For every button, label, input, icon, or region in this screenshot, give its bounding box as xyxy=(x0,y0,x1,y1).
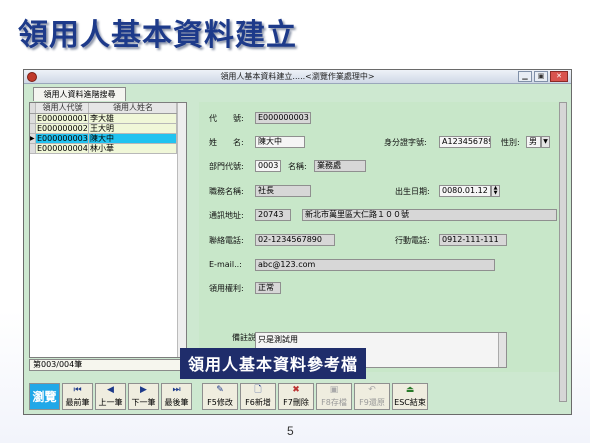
prev-icon: ◀ xyxy=(107,385,114,395)
undo-icon: ↶ xyxy=(368,385,376,395)
cell-name: 王大明 xyxy=(89,124,177,133)
slide-title: 領用人基本資料建立 xyxy=(18,18,297,53)
cell-name: 李大雄 xyxy=(89,114,177,123)
chevron-down-icon[interactable]: ▼ xyxy=(541,136,550,148)
minimize-icon[interactable]: ▁ xyxy=(518,71,532,82)
phone-field[interactable]: 02-1234567890 xyxy=(255,234,335,246)
dept-name-field[interactable]: 業務處 xyxy=(314,160,366,172)
mobile-label: 行動電話: xyxy=(395,236,430,245)
delete-label: F7刪除 xyxy=(283,398,309,407)
window-controls: ▁ ▣ ✕ xyxy=(518,71,568,82)
save-label: F8存檔 xyxy=(321,398,347,407)
exit-label: ESC結束 xyxy=(394,398,426,407)
restore-button[interactable]: ↶ F9還原 xyxy=(354,383,390,410)
idno-label: 身分證字號: xyxy=(384,138,427,147)
idno-field[interactable]: A123456789 xyxy=(439,136,491,148)
edit-button[interactable]: ✎ F5修改 xyxy=(202,383,238,410)
code-field[interactable]: E000000003 xyxy=(255,112,311,124)
last-icon: ⏭ xyxy=(172,385,181,395)
exit-icon: ⏏ xyxy=(405,385,415,395)
last-label: 最後筆 xyxy=(164,398,189,407)
prev-record-button[interactable]: ◀ 上一筆 xyxy=(95,383,126,410)
birth-label: 出生日期: xyxy=(395,187,430,196)
column-header-id[interactable]: 領用人代號 xyxy=(36,103,89,113)
last-record-button[interactable]: ⏭ 最後筆 xyxy=(161,383,192,410)
cell-id: E000000004 xyxy=(37,144,89,153)
birth-field[interactable]: 0080.01.12 xyxy=(439,185,491,197)
address-field[interactable]: 新北市萬里區大仁路１００號 xyxy=(302,209,557,221)
first-icon: ⏮ xyxy=(73,385,82,395)
table-row[interactable]: E000000002 王大明 xyxy=(30,124,186,134)
edit-label: F5修改 xyxy=(207,398,233,407)
column-header-name[interactable]: 領用人姓名 xyxy=(89,103,177,113)
name-field[interactable]: 陳大中 xyxy=(255,136,305,148)
dept-code-field[interactable]: 0003 xyxy=(255,160,281,172)
dept-label: 部門代號: xyxy=(209,162,244,171)
prev-label: 上一筆 xyxy=(98,398,123,407)
form-scrollbar[interactable] xyxy=(559,102,567,402)
zip-field[interactable]: 20743 xyxy=(255,209,291,221)
restore-label: F9還原 xyxy=(359,398,385,407)
name-label: 姓 名: xyxy=(209,138,244,147)
grid-scrollbar[interactable] xyxy=(177,103,186,357)
table-row[interactable]: E000000004 林小華 xyxy=(30,144,186,154)
email-label: E-mail..: xyxy=(209,260,242,269)
right-field[interactable]: 正常 xyxy=(255,282,281,294)
table-row-selected[interactable]: ▶ E000000003 陳大中 xyxy=(30,134,186,144)
cell-name: 林小華 xyxy=(89,144,177,153)
mobile-field[interactable]: 0912-111-111 xyxy=(439,234,507,246)
save-icon: ▣ xyxy=(329,385,339,395)
table-row[interactable]: E000000001 李大雄 xyxy=(30,114,186,124)
page-number: 5 xyxy=(287,424,294,438)
browse-button[interactable]: 瀏覽 xyxy=(29,383,60,410)
employee-grid: 領用人代號 領用人姓名 E000000001 李大雄 E000000002 王大… xyxy=(29,102,187,358)
save-button[interactable]: ▣ F8存檔 xyxy=(316,383,352,410)
job-title-label: 職務名稱: xyxy=(209,187,244,196)
advanced-search-tab[interactable]: 領用人資料進階搜尋 xyxy=(33,87,126,101)
dept-name-label: 名稱: xyxy=(288,162,307,171)
phone-label: 聯絡電話: xyxy=(209,236,244,245)
remark-scrollbar[interactable] xyxy=(498,333,506,367)
cell-id: E000000001 xyxy=(37,114,89,123)
window-title: 領用人基本資料建立.....<瀏覽作業處理中> xyxy=(220,72,375,81)
exit-button[interactable]: ⏏ ESC結束 xyxy=(392,383,428,410)
title-bar: 領用人基本資料建立.....<瀏覽作業處理中> ▁ ▣ ✕ xyxy=(24,70,571,84)
add-label: F6新增 xyxy=(245,398,271,407)
cell-id: E000000002 xyxy=(37,124,89,133)
code-label: 代 號: xyxy=(209,114,244,123)
gender-label: 性別: xyxy=(501,138,520,147)
grid-header: 領用人代號 領用人姓名 xyxy=(30,103,186,114)
gender-select[interactable]: 男 xyxy=(526,136,541,148)
close-icon[interactable]: ✕ xyxy=(550,71,568,82)
right-label: 領用權利: xyxy=(209,284,244,293)
slide-caption: 領用人基本資料參考檔 xyxy=(180,348,367,379)
bottom-toolbar: 瀏覽 ⏮ 最前筆 ◀ 上一筆 ▶ 下一筆 ⏭ 最後筆 ✎ F5修改 🗋 F6新增 ✖ F7刪除… xyxy=(29,383,428,411)
record-pager: 第003/004筆 xyxy=(29,359,187,371)
date-spinner-icon[interactable]: ▲ ▼ xyxy=(491,185,500,197)
new-document-icon: 🗋 xyxy=(254,385,262,395)
next-label: 下一筆 xyxy=(131,398,156,407)
cell-id: E000000003 xyxy=(37,134,89,143)
job-title-field[interactable]: 社長 xyxy=(255,185,311,197)
restore-icon[interactable]: ▣ xyxy=(534,71,548,82)
next-record-button[interactable]: ▶ 下一筆 xyxy=(128,383,159,410)
address-label: 通訊地址: xyxy=(209,211,244,220)
add-button[interactable]: 🗋 F6新增 xyxy=(240,383,276,410)
cell-name: 陳大中 xyxy=(89,134,177,143)
next-icon: ▶ xyxy=(140,385,147,395)
first-record-button[interactable]: ⏮ 最前筆 xyxy=(62,383,93,410)
edit-icon: ✎ xyxy=(216,385,224,395)
remark-text: 只是測試用 xyxy=(258,335,298,344)
first-label: 最前筆 xyxy=(65,398,90,407)
email-field[interactable]: abc@123.com xyxy=(255,259,495,271)
delete-icon: ✖ xyxy=(292,385,300,395)
delete-button[interactable]: ✖ F7刪除 xyxy=(278,383,314,410)
